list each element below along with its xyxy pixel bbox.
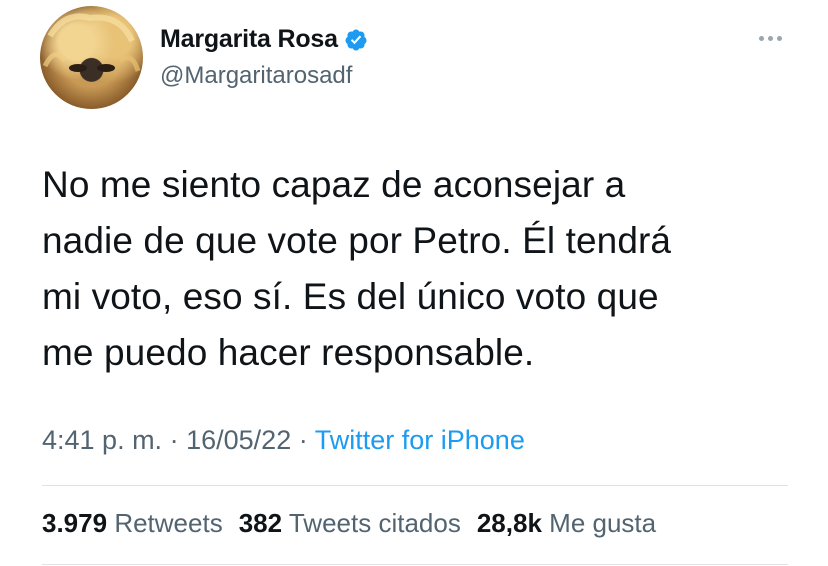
- quotes-label: Tweets citados: [288, 508, 461, 538]
- tweet-line: No me siento capaz de aconsejar a: [42, 164, 626, 205]
- more-options-icon[interactable]: [754, 30, 786, 46]
- retweets-stat[interactable]: 3.979 Retweets: [42, 508, 223, 539]
- likes-label: Me gusta: [549, 508, 657, 538]
- tweet-stats: 3.979 Retweets 382 Tweets citados 28,8k …: [42, 508, 656, 539]
- tweet-text: No me siento capaz de aconsejar a nadie …: [42, 157, 802, 381]
- meta-separator: ·: [169, 425, 179, 455]
- meta-separator: ·: [298, 425, 308, 455]
- retweets-label: Retweets: [114, 508, 223, 538]
- author-name-row[interactable]: Margarita Rosa: [160, 25, 368, 54]
- tweet-source-link[interactable]: Twitter for iPhone: [315, 425, 525, 455]
- tweet-line: me puedo hacer responsable.: [42, 332, 535, 373]
- author-handle[interactable]: @Margaritarosadf: [160, 62, 352, 90]
- tweet-line: mi voto, eso sí. Es del único voto que: [42, 276, 659, 317]
- verified-badge-icon: [345, 29, 367, 50]
- likes-count: 28,8k: [476, 508, 542, 538]
- tweet-date[interactable]: 16/05/22: [186, 425, 291, 455]
- quotes-stat[interactable]: 382 Tweets citados: [239, 508, 461, 539]
- tweet-meta: 4:41 p. m. · 16/05/22 · Twitter for iPho…: [42, 425, 525, 456]
- likes-stat[interactable]: 28,8k Me gusta: [477, 508, 656, 539]
- tweet-time[interactable]: 4:41 p. m.: [42, 425, 162, 455]
- avatar[interactable]: [40, 6, 143, 109]
- retweets-count: 3.979: [42, 508, 108, 538]
- tweet-line: nadie de que vote por Petro. Él tendrá: [42, 220, 672, 261]
- author-display-name[interactable]: Margarita Rosa: [160, 25, 338, 54]
- divider: [42, 485, 788, 486]
- quotes-count: 382: [238, 508, 283, 538]
- divider: [42, 564, 788, 565]
